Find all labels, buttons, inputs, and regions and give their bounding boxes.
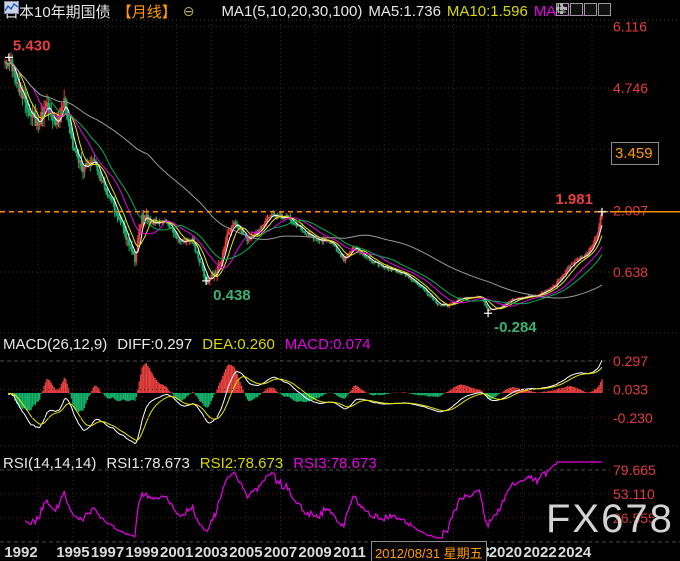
- ma10-value: MA10:1.596: [446, 2, 528, 20]
- price-marker-label: 1.981: [555, 191, 593, 208]
- price-axis-label: 4.746: [613, 80, 648, 96]
- time-axis-label: 2022: [523, 544, 556, 561]
- axis-scale-up-button[interactable]: [557, 3, 583, 16]
- macd-axis-label: -0.230: [613, 410, 653, 426]
- time-axis-label: 2005: [229, 544, 262, 561]
- chart-type-icon[interactable]: [4, 1, 215, 18]
- ma-settings-label: MA1(5,10,20,30,100): [221, 2, 363, 20]
- time-axis-label: 1999: [125, 544, 158, 561]
- chart-header: 日本10年期国债 【月线】 ⊖ MA1(5,10,20,30,100) MA5:…: [4, 1, 590, 21]
- rsi-label-row: RSI(14,14,14) RSI1:78.673 RSI2:78.673 RS…: [3, 455, 377, 472]
- crosshair-price-readout: 3.459: [611, 142, 659, 165]
- price-axis-label: 6.116: [613, 19, 647, 35]
- macd-label-row: MACD(26,12,9) DIFF:0.297 DEA:0.260 MACD:…: [3, 336, 371, 353]
- time-axis-label: 2003: [195, 544, 228, 561]
- rsi-axis-label: 79.665: [613, 462, 656, 478]
- time-axis-label: 2024: [558, 544, 592, 561]
- line-chart-glyph: [4, 1, 19, 14]
- macd-axis-label: 0.297: [613, 353, 648, 369]
- time-axis-label: 2011: [333, 544, 366, 561]
- price-axis-label: 2.007: [613, 203, 648, 219]
- time-axis-label: 1997: [91, 544, 124, 561]
- rsi1-value: RSI1:78.673: [106, 455, 190, 472]
- crosshair-date-readout: 2012/08/31 星期五: [371, 541, 487, 561]
- price-marker-label: -0.284: [494, 319, 537, 336]
- macd-diff-value: DIFF:0.297: [117, 336, 193, 353]
- period-label[interactable]: 【月线】: [117, 1, 177, 22]
- chart-plot-area[interactable]: 6.1164.7463.3772.0070.6385.4300.438-0.28…: [0, 0, 680, 561]
- macd-axis-label: 0.033: [613, 381, 648, 397]
- ma5-value: MA5:1.736: [368, 2, 441, 20]
- rsi2-value: RSI2:78.673: [199, 455, 284, 472]
- macd-params-label: MACD(26,12,9): [3, 336, 108, 353]
- fx678-watermark: FX678: [546, 497, 674, 541]
- macd-macd-value: MACD:0.074: [284, 336, 371, 353]
- macd-dea-value: DEA:0.260: [202, 336, 275, 353]
- time-axis-label: 2020: [489, 544, 522, 561]
- time-axis-label: 1995: [56, 544, 89, 561]
- pan-right-button[interactable]: [558, 3, 611, 16]
- time-axis-label: 1992: [4, 544, 37, 561]
- time-axis-label: 2007: [264, 544, 297, 561]
- chart-window: 6.1164.7463.3772.0070.6385.4300.438-0.28…: [0, 0, 680, 561]
- price-marker-label: 5.430: [13, 37, 51, 54]
- price-axis-label: 0.638: [613, 264, 648, 280]
- axis-scale-right-button[interactable]: [557, 3, 597, 16]
- instrument-title: 日本10年期国债: [4, 3, 111, 21]
- rsi3-value: RSI3:78.673: [293, 455, 377, 472]
- price-marker-label: 0.438: [213, 287, 251, 304]
- rsi-params-label: RSI(14,14,14): [3, 455, 97, 472]
- chart-toolbar: [556, 3, 611, 16]
- pan-right-icon: [558, 4, 567, 13]
- collapse-icon[interactable]: ⊖: [183, 4, 195, 18]
- time-axis-label: 2001: [160, 544, 193, 561]
- time-axis-label: 2009: [298, 544, 331, 561]
